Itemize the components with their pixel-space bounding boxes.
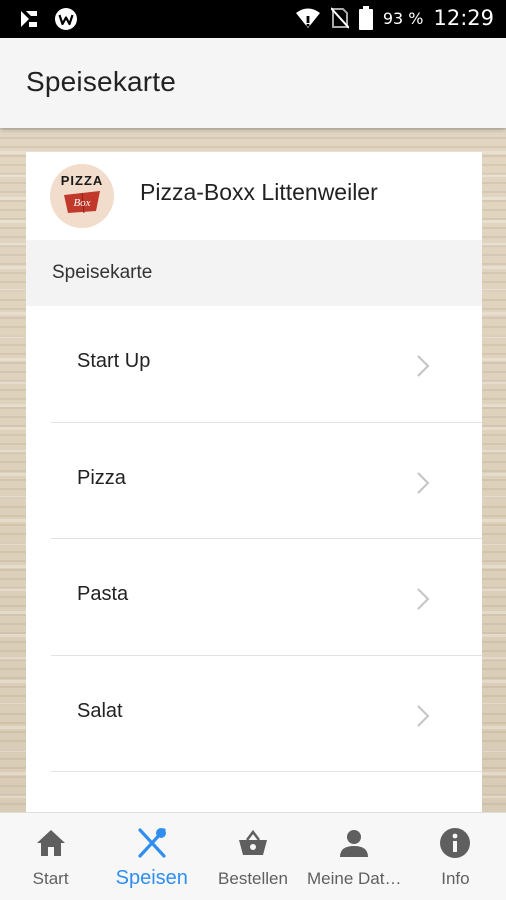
- nav-start[interactable]: Start: [0, 813, 101, 900]
- battery-icon: [358, 6, 373, 30]
- section-header: Speisekarte: [26, 240, 482, 306]
- menu-item-start-up[interactable]: Start Up: [51, 306, 482, 423]
- menu-item-label: Pasta: [77, 583, 129, 605]
- chevron-right-icon: [417, 471, 430, 494]
- nav-bestellen[interactable]: Bestellen: [202, 813, 303, 900]
- info-icon: [440, 828, 471, 858]
- basket-icon: [239, 829, 267, 855]
- status-bar: 93 % 12:29: [0, 0, 506, 38]
- nav-speisen[interactable]: Speisen: [101, 813, 202, 900]
- no-sim-icon: [330, 7, 349, 29]
- section-label: Speisekarte: [52, 262, 153, 283]
- nav-info[interactable]: Info: [405, 813, 506, 900]
- menu-item-label: Start Up: [77, 350, 151, 372]
- nav-label: Info: [441, 869, 470, 888]
- battery-percent: 93 %: [382, 8, 424, 28]
- menu-card: PIZZA Box Pizza-Boxx Littenweiler Speise…: [26, 152, 482, 812]
- restaurant-logo: PIZZA Box: [50, 164, 114, 228]
- person-icon: [340, 830, 369, 857]
- restaurant-name: Pizza-Boxx Littenweiler: [140, 179, 378, 205]
- wifi-icon: [295, 8, 320, 28]
- logo-text: PIZZA: [60, 173, 104, 188]
- menu-item-label: Pizza: [77, 466, 126, 489]
- restaurant-header[interactable]: PIZZA Box Pizza-Boxx Littenweiler: [26, 152, 482, 240]
- page-title: Speisekarte: [26, 66, 177, 97]
- nav-label: Speisen: [115, 867, 188, 889]
- menu-item-salat[interactable]: Salat: [51, 656, 482, 772]
- clock: 12:29: [433, 6, 494, 30]
- chevron-right-icon: [417, 704, 430, 727]
- menu-item-partial[interactable]: [51, 772, 482, 812]
- svg-text:Box: Box: [73, 197, 90, 209]
- nav-label: Start: [32, 869, 69, 888]
- chevron-right-icon: [417, 588, 430, 610]
- home-icon: [36, 830, 65, 856]
- menu-item-pizza[interactable]: Pizza: [51, 423, 482, 539]
- menu-item-pasta[interactable]: Pasta: [51, 539, 482, 656]
- w-app-icon: [55, 8, 77, 30]
- nav-label: Meine Dat…: [306, 869, 402, 888]
- menu-category-list: Start Up Pizza Pasta Salat: [26, 306, 482, 812]
- nav-label: Bestellen: [218, 869, 288, 888]
- bottom-navigation: Start Speisen Bestellen Meine Dat… Info: [0, 812, 506, 900]
- nav-meine-daten[interactable]: Meine Dat…: [304, 813, 405, 900]
- app-notification-icon: [21, 11, 37, 27]
- menu-item-label: Salat: [77, 699, 123, 722]
- fork-knife-icon: [138, 828, 166, 858]
- pizza-box-logo-icon: Box: [64, 191, 100, 214]
- app-bar: Speisekarte: [0, 38, 506, 128]
- chevron-right-icon: [417, 355, 430, 377]
